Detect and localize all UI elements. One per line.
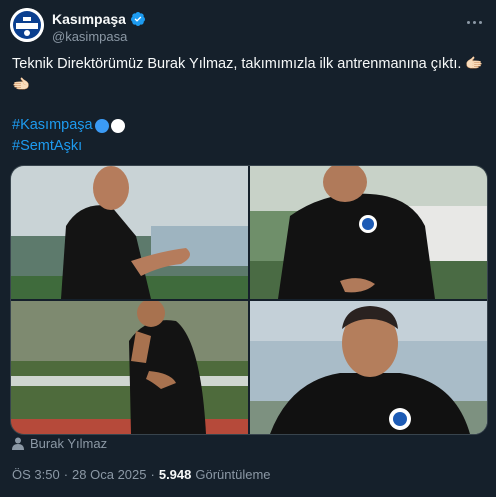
verified-badge-icon: [130, 12, 145, 26]
tweet-date[interactable]: 28 Oca 2025: [72, 467, 146, 482]
tweet-text: Teknik Direktörümüz Burak Yılmaz, takımı…: [12, 56, 484, 93]
tweet-time[interactable]: ÖS 3:50: [12, 467, 60, 482]
meta-separator: ·: [63, 467, 69, 482]
views-count: 5.948: [158, 467, 192, 482]
author-handle[interactable]: @kasimpasa: [52, 29, 127, 44]
tagged-user[interactable]: Burak Yılmaz: [12, 436, 107, 451]
tweet-meta: ÖS 3:50 · 28 Oca 2025 · 5.948 Görüntülem…: [12, 467, 271, 482]
meta-separator: ·: [150, 467, 155, 482]
blue-circle-icon: [94, 118, 109, 133]
author-display-name[interactable]: Kasımpaşa: [52, 11, 126, 27]
hashtag-kasimpasa[interactable]: #Kasımpaşa: [12, 115, 125, 136]
white-circle-icon: [110, 118, 125, 133]
media-photo-4[interactable]: [250, 301, 487, 434]
media-photo-3[interactable]: [11, 301, 248, 434]
tweet-header: Kasımpaşa @kasimpasa: [10, 8, 486, 48]
media-grid: [10, 165, 488, 435]
views-label: Görüntüleme: [195, 467, 271, 482]
media-photo-2[interactable]: [250, 166, 487, 299]
avatar[interactable]: [10, 8, 44, 42]
hashtags: #Kasımpaşa #SemtAşkı: [12, 115, 125, 157]
hashtag-semtaski[interactable]: #SemtAşkı: [12, 136, 125, 157]
kasimpasa-logo-icon: [10, 8, 44, 42]
tagged-user-name: Burak Yılmaz: [30, 436, 108, 451]
media-photo-1[interactable]: [11, 166, 248, 299]
more-options-icon[interactable]: [462, 12, 486, 32]
person-icon: [12, 437, 24, 450]
